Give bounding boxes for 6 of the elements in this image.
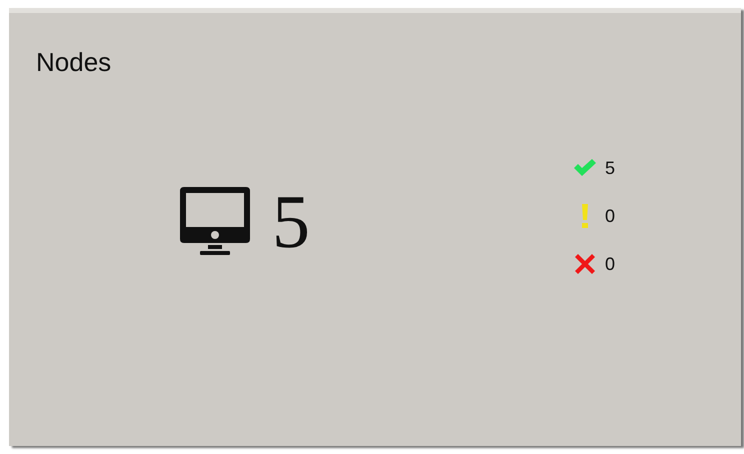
monitor-icon xyxy=(180,187,250,257)
status-count: 5 xyxy=(605,158,616,178)
status-count: 0 xyxy=(605,254,616,274)
node-count: 5 xyxy=(272,184,310,260)
panel-title: Nodes xyxy=(36,47,112,78)
status-count: 0 xyxy=(605,206,616,226)
